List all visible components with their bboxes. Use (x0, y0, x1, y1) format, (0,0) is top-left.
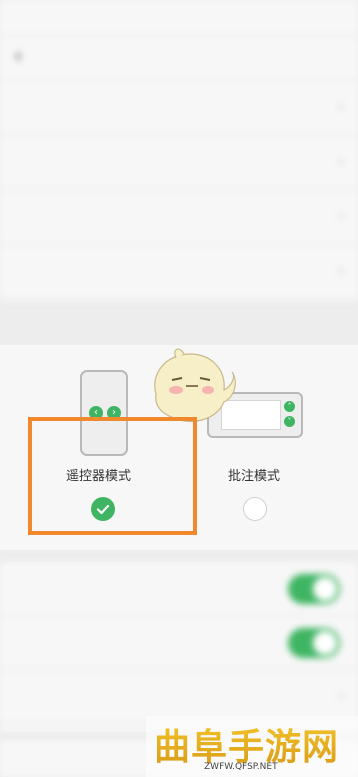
toggle-switch[interactable] (288, 574, 340, 604)
watermark: 曲阜手游网 ZWFW.QFSP.NET (146, 716, 358, 777)
status-bar (0, 0, 358, 36)
highlight-box (28, 417, 197, 535)
chevron-right-icon: › (337, 96, 344, 115)
chevron-right-icon: › (337, 151, 344, 170)
arrow-down-icon: ˅ (284, 416, 295, 427)
toggle-row (0, 616, 358, 670)
settings-list: › › › › (0, 80, 358, 302)
settings-row[interactable]: › (0, 190, 358, 245)
toggle-row (0, 562, 358, 616)
arrow-up-icon: ˄ (284, 401, 295, 412)
back-icon[interactable]: ‹ (14, 44, 23, 69)
annotate-mode-radio[interactable] (243, 497, 267, 521)
toggle-knob (313, 577, 337, 601)
watermark-url: ZWFW.QFSP.NET (204, 762, 278, 772)
nav-bar: ‹ (0, 36, 358, 80)
settings-row[interactable]: › (0, 135, 358, 190)
chevron-right-icon: › (337, 261, 344, 280)
chevron-right-icon: › (337, 206, 344, 225)
toggle-switch[interactable] (288, 628, 340, 658)
toggle-knob (313, 631, 337, 655)
mode-label-annotate: 批注模式 (228, 469, 281, 484)
settings-row[interactable]: › (0, 80, 358, 135)
toggle-list: › (0, 562, 358, 732)
chevron-right-icon: › (337, 686, 344, 705)
settings-row[interactable]: › (0, 245, 358, 300)
